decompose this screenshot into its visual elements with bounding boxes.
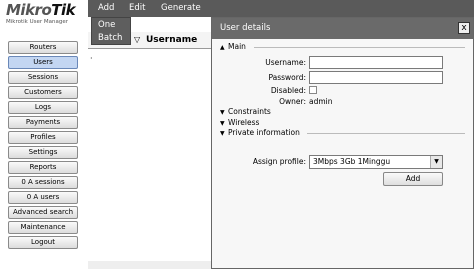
brand-logo: MikroTik (6, 1, 76, 19)
chevron-down-icon[interactable]: ▼ (430, 156, 442, 168)
section-main[interactable]: ▲ Main (220, 42, 246, 51)
add-button[interactable]: Add (383, 172, 443, 186)
sidebar-item-routers[interactable]: Routers (8, 41, 78, 54)
sidebar-item-users[interactable]: Users (8, 56, 78, 69)
section-wireless[interactable]: ▼ Wireless (220, 118, 259, 127)
dialog-title-text: User details (220, 23, 271, 33)
sidebar-item-payments[interactable]: Payments (8, 116, 78, 129)
sidebar-item-active-sessions[interactable]: 0 A sessions (8, 176, 78, 189)
sidebar-item-active-users[interactable]: 0 A users (8, 191, 78, 204)
section-wireless-label: Wireless (228, 118, 260, 127)
password-field[interactable] (309, 71, 443, 84)
divider (254, 47, 465, 48)
logo: MikroTik Mikrotik User Manager (6, 2, 86, 32)
sidebar-item-profiles[interactable]: Profiles (8, 131, 78, 144)
expand-up-icon: ▲ (220, 44, 225, 51)
disabled-checkbox[interactable] (309, 86, 317, 94)
section-constraints[interactable]: ▼ Constraints (220, 107, 271, 116)
password-label: Password: (268, 73, 306, 82)
sidebar-item-logs[interactable]: Logs (8, 101, 78, 114)
dialog-body: ▲ Main Username: Password: Disabled: Owne… (212, 39, 473, 268)
expand-down-icon: ▼ (220, 130, 225, 137)
sidebar-item-settings[interactable]: Settings (8, 146, 78, 159)
grid-row-marker: · (90, 54, 93, 63)
grid-header[interactable]: ▽ Username (132, 32, 214, 49)
app-subtitle: Mikrotik User Manager (6, 19, 68, 25)
close-icon[interactable]: x (458, 22, 470, 34)
sidebar-item-logout[interactable]: Logout (8, 236, 78, 249)
username-field[interactable] (309, 56, 443, 69)
divider (307, 133, 465, 134)
expand-down-icon: ▼ (220, 120, 225, 127)
dialog-title[interactable]: User details x (212, 18, 473, 39)
add-menu-one[interactable]: One (92, 19, 130, 32)
sidebar-item-advanced-search[interactable]: Advanced search (8, 206, 78, 219)
section-private-information[interactable]: ▼ Private information (220, 128, 300, 137)
section-constraints-label: Constraints (228, 107, 271, 116)
owner-value: admin (309, 97, 333, 106)
add-menu-batch[interactable]: Batch (92, 32, 130, 45)
menubar: Add Edit Generate (88, 0, 474, 17)
menu-generate[interactable]: Generate (161, 0, 201, 17)
user-details-dialog: User details x ▲ Main Username: Password:… (211, 17, 474, 269)
sidebar-item-reports[interactable]: Reports (8, 161, 78, 174)
sidebar-item-sessions[interactable]: Sessions (8, 71, 78, 84)
assign-profile-select[interactable]: 3Mbps 3Gb 1Minggu ▼ (309, 155, 443, 169)
disabled-label: Disabled: (270, 86, 306, 95)
section-main-label: Main (228, 42, 246, 51)
sidebar: MikroTik Mikrotik User Manager Routers U… (0, 0, 88, 269)
sort-down-icon[interactable]: ▽ (134, 35, 140, 44)
menu-add[interactable]: Add (98, 0, 114, 17)
section-private-label: Private information (228, 128, 300, 137)
assign-profile-label: Assign profile: (252, 157, 306, 166)
column-username[interactable]: Username (146, 35, 197, 45)
add-dropdown-menu: One Batch (91, 17, 131, 45)
sidebar-item-customers[interactable]: Customers (8, 86, 78, 99)
owner-label: Owner: (279, 97, 306, 106)
sidebar-item-maintenance[interactable]: Maintenance (8, 221, 78, 234)
expand-down-icon: ▼ (220, 109, 225, 116)
assign-profile-value: 3Mbps 3Gb 1Minggu (313, 157, 391, 166)
menu-edit[interactable]: Edit (129, 0, 145, 17)
username-label: Username: (265, 58, 306, 67)
